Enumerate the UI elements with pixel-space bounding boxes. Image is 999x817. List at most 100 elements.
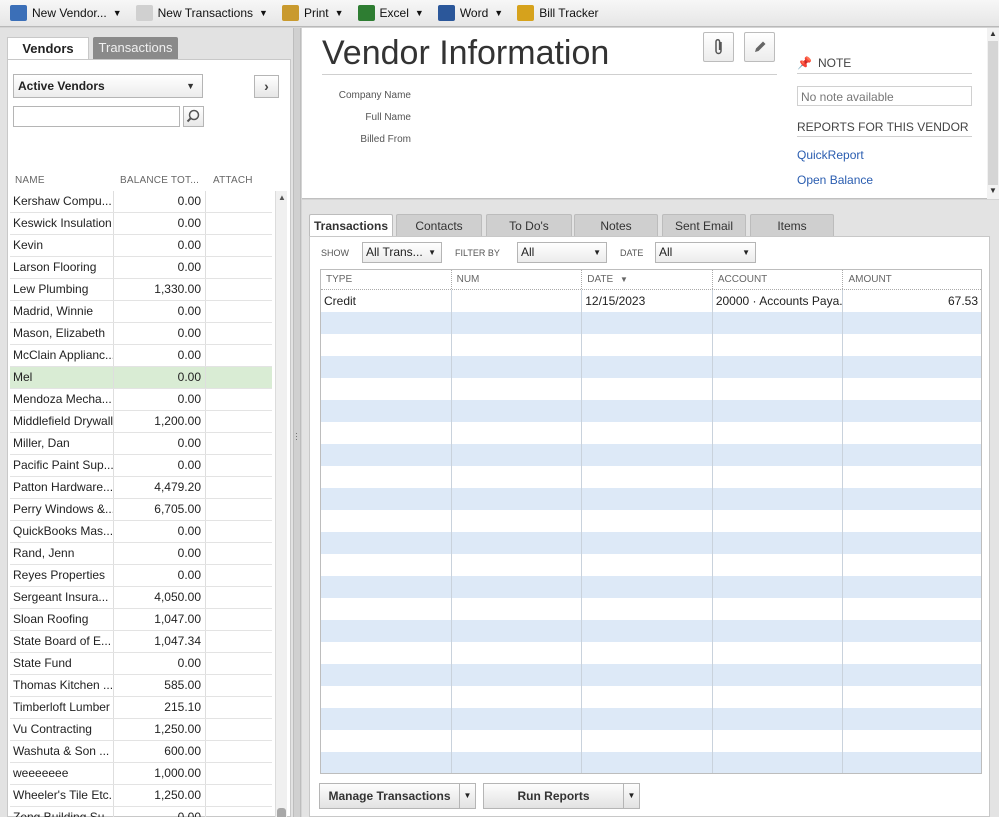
vendor-row[interactable]: Sloan Roofing 1,047.00 <box>10 609 272 631</box>
tab-sent-email[interactable]: Sent Email <box>662 214 746 236</box>
vendor-row[interactable]: Kershaw Compu... 0.00 <box>10 191 272 213</box>
toolbar-item-new-transactions[interactable]: New Transactions ▼ <box>135 5 268 21</box>
vendor-row[interactable]: QuickBooks Mas... 0.00 <box>10 521 272 543</box>
toolbar-item-word[interactable]: Word ▼ <box>437 5 503 21</box>
cell-account <box>713 576 844 598</box>
cell-num <box>452 620 583 642</box>
vendor-row[interactable]: Zeng Building Su... 0.00 <box>10 807 272 817</box>
chevron-down-icon[interactable]: ▼ <box>113 8 122 18</box>
cell-amount <box>843 752 981 773</box>
table-row[interactable]: Credit 12/15/2023 20000 · Accounts Paya...… <box>321 290 981 312</box>
vendor-attach <box>206 565 272 586</box>
chevron-down-icon[interactable]: ▼ <box>335 8 344 18</box>
cell-account <box>713 664 844 686</box>
pane-splitter[interactable]: · · · <box>293 28 301 817</box>
scroll-up-icon[interactable]: ▲ <box>278 193 286 202</box>
vendor-row[interactable]: Perry Windows &... 6,705.00 <box>10 499 272 521</box>
vendor-search-input[interactable] <box>13 106 180 127</box>
tab-transactions[interactable]: Transactions <box>93 37 178 59</box>
toolbar-item-print[interactable]: Print ▼ <box>281 5 344 21</box>
cell-date <box>582 664 713 686</box>
tab-vendors[interactable]: Vendors <box>7 37 89 60</box>
vendor-row[interactable]: Middlefield Drywall 1,200.00 <box>10 411 272 433</box>
column-header-account[interactable]: ACCOUNT <box>713 270 844 289</box>
chevron-down-icon[interactable]: ▼ <box>494 8 503 18</box>
vendor-row[interactable]: State Fund 0.00 <box>10 653 272 675</box>
vendor-row[interactable]: Madrid, Winnie 0.00 <box>10 301 272 323</box>
vendor-row[interactable]: Larson Flooring 0.00 <box>10 257 272 279</box>
column-header-balance[interactable]: BALANCE TOT... <box>120 175 199 186</box>
chevron-down-icon[interactable]: ▼ <box>415 8 424 18</box>
edit-vendor-button[interactable] <box>744 32 775 62</box>
tab-contacts[interactable]: Contacts <box>396 214 482 236</box>
date-dropdown[interactable]: All ▼ <box>655 242 756 263</box>
scroll-up-icon[interactable]: ▲ <box>989 29 997 38</box>
vendor-row[interactable]: Timberloft Lumber 215.10 <box>10 697 272 719</box>
vendor-row[interactable]: Reyes Properties 0.00 <box>10 565 272 587</box>
vendor-row[interactable]: State Board of E... 1,047.34 <box>10 631 272 653</box>
info-scroll-thumb[interactable] <box>988 41 998 185</box>
vendor-row[interactable]: Sergeant Insura... 4,050.00 <box>10 587 272 609</box>
column-header-attach[interactable]: ATTACH <box>213 175 253 186</box>
filter-by-dropdown[interactable]: All ▼ <box>517 242 607 263</box>
cell-account <box>713 356 844 378</box>
vendor-attach <box>206 587 272 608</box>
column-header-num[interactable]: NUM <box>452 270 583 289</box>
run-reports-button[interactable]: Run Reports <box>483 783 624 809</box>
note-field[interactable]: No note available <box>797 86 972 106</box>
scroll-down-icon[interactable]: ▼ <box>989 186 997 195</box>
vendor-row[interactable]: Rand, Jenn 0.00 <box>10 543 272 565</box>
vendor-row[interactable]: Kevin 0.00 <box>10 235 272 257</box>
column-header-name[interactable]: NAME <box>15 175 45 186</box>
vendor-row[interactable]: Lew Plumbing 1,330.00 <box>10 279 272 301</box>
attach-button[interactable] <box>703 32 734 62</box>
open-balance-link[interactable]: Open Balance <box>797 173 873 187</box>
vendor-row[interactable]: Mason, Elizabeth 0.00 <box>10 323 272 345</box>
chevron-down-icon: ▼ <box>742 248 750 257</box>
cell-amount <box>843 378 981 400</box>
toolbar-item-new-vendor[interactable]: New Vendor... ▼ <box>10 5 122 21</box>
toolbar-item-excel[interactable]: Excel ▼ <box>357 5 424 21</box>
search-button[interactable] <box>183 106 204 127</box>
tab-transactions[interactable]: Transactions <box>309 214 393 237</box>
vendor-row[interactable]: Washuta & Son ... 600.00 <box>10 741 272 763</box>
vendor-balance: 0.00 <box>114 807 206 817</box>
vendor-row[interactable]: Vu Contracting 1,250.00 <box>10 719 272 741</box>
cell-account <box>713 620 844 642</box>
scroll-thumb[interactable] <box>277 808 286 817</box>
toolbar-item-bill-tracker[interactable]: Bill Tracker <box>517 5 599 21</box>
vendor-row[interactable]: Miller, Dan 0.00 <box>10 433 272 455</box>
expand-pane-button[interactable]: › <box>254 75 279 98</box>
vendor-row[interactable]: Wheeler's Tile Etc. 1,250.00 <box>10 785 272 807</box>
pencil-icon <box>754 41 765 52</box>
tab-items[interactable]: Items <box>750 214 834 236</box>
vendor-row[interactable]: Mel 0.00 <box>10 367 272 389</box>
cell-type <box>321 532 452 554</box>
info-scrollbar[interactable]: ▲ ▼ <box>987 28 999 199</box>
vendor-row[interactable]: weeeeeee 1,000.00 <box>10 763 272 785</box>
vendor-list-scrollbar[interactable]: ▲ <box>275 191 287 817</box>
chevron-down-icon[interactable]: ▼ <box>259 8 268 18</box>
vendor-row[interactable]: Pacific Paint Sup... 0.00 <box>10 455 272 477</box>
vendor-attach <box>206 433 272 454</box>
tab-notes[interactable]: Notes <box>574 214 658 236</box>
vendor-row[interactable]: Patton Hardware... 4,479.20 <box>10 477 272 499</box>
manage-transactions-button[interactable]: Manage Transactions <box>319 783 460 809</box>
column-header-type[interactable]: TYPE <box>321 270 452 289</box>
table-row <box>321 620 981 642</box>
table-row <box>321 532 981 554</box>
vendor-filter-dropdown[interactable]: Active Vendors ▼ <box>13 74 203 98</box>
vendor-row[interactable]: McClain Applianc... 0.00 <box>10 345 272 367</box>
vendor-row[interactable]: Keswick Insulation 0.00 <box>10 213 272 235</box>
toolbar-item-label: New Transactions <box>157 6 254 20</box>
run-reports-menu-button[interactable]: ▼ <box>623 783 640 809</box>
vendor-balance: 1,330.00 <box>114 279 206 300</box>
column-header-amount[interactable]: AMOUNT <box>843 270 981 289</box>
manage-transactions-menu-button[interactable]: ▼ <box>459 783 476 809</box>
column-header-date[interactable]: DATE ▼ <box>582 270 713 289</box>
vendor-row[interactable]: Mendoza Mecha... 0.00 <box>10 389 272 411</box>
vendor-row[interactable]: Thomas Kitchen ... 585.00 <box>10 675 272 697</box>
tab-to-do-s[interactable]: To Do's <box>486 214 572 236</box>
show-dropdown[interactable]: All Trans... ▼ <box>362 242 442 263</box>
quickreport-link[interactable]: QuickReport <box>797 148 864 162</box>
